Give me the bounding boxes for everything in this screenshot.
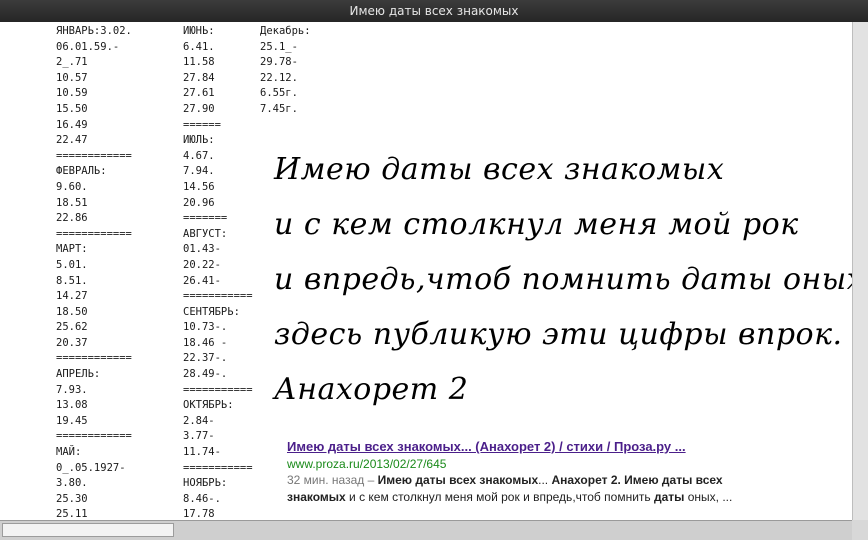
date-entry: 25.30 bbox=[56, 492, 88, 505]
search-result: Имею даты всех знакомых... (Анахорет 2) … bbox=[287, 438, 757, 506]
date-entry: Декабрь: bbox=[260, 25, 311, 37]
date-entry: 25.11 bbox=[56, 508, 88, 520]
snippet-text: и с кем столкнул меня мой рок и впредь,ч… bbox=[345, 490, 654, 504]
date-entry: 10.57 bbox=[56, 71, 88, 84]
date-entry: 20.22- bbox=[183, 258, 221, 271]
date-entry: 27.61 bbox=[183, 87, 215, 100]
date-entry: 8.46-. bbox=[183, 492, 221, 505]
search-result-time: 32 мин. назад – bbox=[287, 473, 375, 487]
date-entry: 4.67. bbox=[183, 149, 215, 162]
date-entry: ============ bbox=[56, 149, 132, 162]
date-entry: 15.50 bbox=[56, 102, 88, 115]
date-entry: 6.55г. bbox=[260, 87, 298, 100]
date-entry: 19.45 bbox=[56, 414, 88, 427]
date-entry: ====== bbox=[183, 118, 221, 131]
window-title: Имею даты всех знакомых bbox=[349, 4, 519, 18]
date-entry: ЯНВАРЬ:3.02. bbox=[56, 25, 132, 37]
date-entry: 11.58 bbox=[183, 56, 215, 69]
date-entry: 2.84- bbox=[183, 414, 215, 427]
date-entry: 13.08 bbox=[56, 399, 88, 412]
date-entry: МАРТ: bbox=[56, 243, 88, 256]
date-entry: 8.51. bbox=[56, 274, 88, 287]
date-entry: 26.41- bbox=[183, 274, 221, 287]
date-entry: ============ bbox=[56, 430, 132, 443]
date-entry: 25.62 bbox=[56, 321, 88, 334]
date-entry: 28.49-. bbox=[183, 368, 228, 381]
date-entry: 29.78- bbox=[260, 56, 298, 69]
poem-line: и с кем столкнул меня мой рок bbox=[274, 207, 799, 242]
poem-author: Анахорет 2 bbox=[274, 372, 469, 407]
date-entry: 3.77- bbox=[183, 430, 215, 443]
date-entry: 9.60. bbox=[56, 180, 88, 193]
date-entry: АВГУСТ: bbox=[183, 227, 228, 240]
poem-line: Имею даты всех знакомых bbox=[274, 152, 725, 187]
date-entry: 22.86 bbox=[56, 212, 88, 225]
date-entry: =========== bbox=[183, 461, 253, 474]
date-entry: 2_.71 bbox=[56, 56, 88, 69]
scrollbar-corner bbox=[852, 520, 868, 540]
dates-column-middle: ИЮНЬ: 6.41. 11.58 27.84 27.61 27.90 ====== ИЮЛЬ… bbox=[183, 24, 253, 520]
date-entry: 17.78 bbox=[183, 508, 215, 520]
date-entry: 3.80. bbox=[56, 477, 88, 490]
snippet-highlight: даты bbox=[653, 490, 685, 504]
date-entry: =========== bbox=[183, 290, 253, 303]
date-entry: 7.45г. bbox=[260, 102, 298, 115]
date-entry: 01.43- bbox=[183, 243, 221, 256]
date-entry: ИЮЛЬ: bbox=[183, 134, 215, 147]
date-entry: ======= bbox=[183, 212, 228, 225]
snippet-text: ... bbox=[538, 473, 552, 487]
snippet-text: оных, ... bbox=[684, 490, 733, 504]
search-result-snippet: 32 мин. назад – Имею даты всех знакомых.… bbox=[287, 472, 757, 506]
date-entry: 5.01. bbox=[56, 258, 88, 271]
search-result-title-link[interactable]: Имею даты всех знакомых... (Анахорет 2) … bbox=[287, 438, 757, 456]
date-entry: 14.56 bbox=[183, 180, 215, 193]
date-entry: 22.12. bbox=[260, 71, 298, 84]
snippet-highlight: Имею даты всех знакомых bbox=[377, 473, 539, 487]
search-result-url[interactable]: www.proza.ru/2013/02/27/645 bbox=[287, 456, 757, 472]
date-entry: 27.84 bbox=[183, 71, 215, 84]
date-entry: ИЮНЬ: bbox=[183, 25, 215, 37]
date-entry: 16.49 bbox=[56, 118, 88, 131]
date-entry: 6.41. bbox=[183, 40, 215, 53]
date-entry: 18.51 bbox=[56, 196, 88, 209]
date-entry: 7.94. bbox=[183, 165, 215, 178]
date-entry: 14.27 bbox=[56, 290, 88, 303]
date-entry: 18.50 bbox=[56, 305, 88, 318]
horizontal-scrollbar[interactable] bbox=[0, 520, 852, 540]
date-entry: 22.37-. bbox=[183, 352, 228, 365]
image-viewport: ЯНВАРЬ:3.02. 06.01.59.- 2_.71 10.57 10.59 15.… bbox=[0, 22, 852, 520]
date-entry: 06.01.59.- bbox=[56, 40, 120, 53]
dates-column-right: Декабрь: 25.1_- 29.78- 22.12. 6.55г. 7.45г. bbox=[260, 24, 311, 118]
date-entry: 11.74- bbox=[183, 446, 221, 459]
date-entry: =========== bbox=[183, 383, 253, 396]
date-entry: ============ bbox=[56, 227, 132, 240]
date-entry: 27.90 bbox=[183, 102, 215, 115]
date-entry: 10.59 bbox=[56, 87, 88, 100]
poem-text: Имею даты всех знакомых и с кем столкнул… bbox=[274, 142, 852, 417]
date-entry: 25.1_- bbox=[260, 40, 298, 53]
date-entry: 20.37 bbox=[56, 336, 88, 349]
date-entry: 0_.05.1927- bbox=[56, 461, 126, 474]
poem-line: здесь публикую эти цифры впрок. bbox=[274, 317, 843, 352]
date-entry: 10.73-. bbox=[183, 321, 228, 334]
date-entry: 7.93. bbox=[56, 383, 88, 396]
date-entry: ОКТЯБРЬ: bbox=[183, 399, 234, 412]
date-entry: ФЕВРАЛЬ: bbox=[56, 165, 107, 178]
poem-line: и впредь,чтоб помнить даты оных, bbox=[274, 262, 852, 297]
date-entry: ============ bbox=[56, 352, 132, 365]
date-entry: МАЙ: bbox=[56, 446, 82, 459]
window-titlebar: Имею даты всех знакомых bbox=[0, 0, 868, 22]
vertical-scrollbar[interactable] bbox=[852, 22, 868, 520]
dates-column-left: ЯНВАРЬ:3.02. 06.01.59.- 2_.71 10.57 10.59 15.… bbox=[56, 24, 132, 520]
date-entry: АПРЕЛЬ: bbox=[56, 368, 101, 381]
date-entry: 20.96 bbox=[183, 196, 215, 209]
date-entry: 22.47 bbox=[56, 134, 88, 147]
date-entry: СЕНТЯБРЬ: bbox=[183, 305, 240, 318]
date-entry: 18.46 - bbox=[183, 336, 228, 349]
date-entry: НОЯБРЬ: bbox=[183, 477, 228, 490]
horizontal-scrollbar-thumb[interactable] bbox=[2, 523, 174, 537]
